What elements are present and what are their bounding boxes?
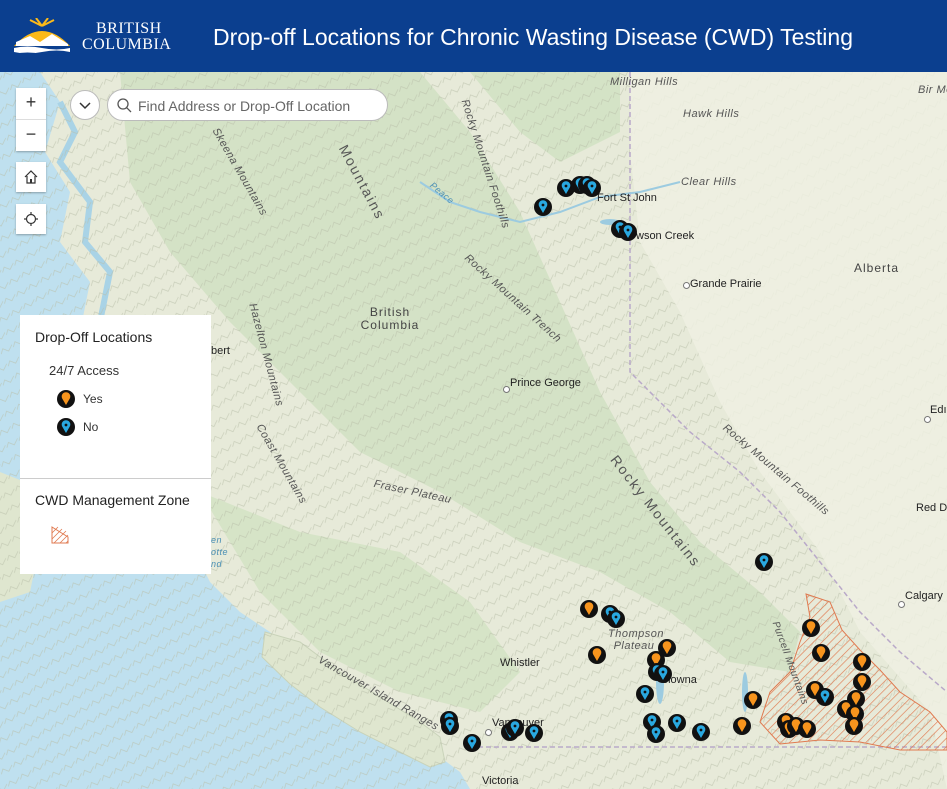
dropoff-pin-247-access[interactable] [798, 720, 816, 738]
label-victoria: Victoria [482, 775, 519, 787]
label-red-deer: Red De [916, 502, 947, 514]
dropoff-pin-limited-access[interactable] [636, 685, 654, 703]
orange-pin-icon [57, 390, 75, 408]
dropoff-pin-247-access[interactable] [733, 717, 751, 735]
dropoff-pin-limited-access[interactable] [647, 725, 665, 743]
label-clear-hills: Clear Hills [681, 176, 737, 188]
locate-button[interactable] [16, 204, 46, 234]
dropoff-pin-247-access[interactable] [744, 691, 762, 709]
dropoff-pin-247-access[interactable] [802, 619, 820, 637]
dropoff-pin-247-access[interactable] [580, 600, 598, 618]
label-hawk-hills: Hawk Hills [683, 108, 740, 120]
dropoff-pin-247-access[interactable] [845, 717, 863, 735]
label-dawson-creek: wson Creek [636, 230, 695, 242]
label-alberta: Alberta [854, 261, 900, 275]
label-thompson-plateau: Thompson Plateau [608, 628, 664, 652]
dropoff-pin-limited-access[interactable] [654, 665, 672, 683]
legend-row-no: No [57, 418, 98, 436]
search-collapse-button[interactable] [70, 90, 100, 120]
bc-logo: BRITISH COLUMBIA [12, 18, 171, 58]
city-dot-calgary [898, 601, 905, 608]
label-birch-mountains: Bir Moun [918, 84, 947, 96]
dropoff-pin-limited-access[interactable] [692, 723, 710, 741]
city-dot-vancouver [485, 729, 492, 736]
app-header: BRITISH COLUMBIA Drop-off Locations for … [0, 0, 947, 72]
dropoff-pin-limited-access[interactable] [668, 714, 686, 732]
legend-panel: Drop-Off Locations 24/7 Access Yes No CW… [20, 315, 211, 574]
label-whistler: Whistler [500, 657, 540, 669]
label-prince-george: Prince George [510, 377, 581, 389]
legend-row-yes: Yes [57, 390, 103, 408]
legend-access-label: 24/7 Access [49, 363, 120, 378]
dropoff-pin-limited-access[interactable] [755, 553, 773, 571]
logo-line-2: COLUMBIA [82, 36, 172, 53]
dropoff-pin-limited-access[interactable] [619, 223, 637, 241]
dropoff-pin-limited-access[interactable] [441, 717, 459, 735]
legend-divider [20, 478, 211, 479]
home-button[interactable] [16, 162, 46, 192]
label-milligan-hills: Milligan Hills [610, 76, 679, 88]
dropoff-pin-limited-access[interactable] [607, 610, 625, 628]
label-queen-charlotte-partial: en otte nd [211, 535, 229, 569]
logo-line-1: BRITISH [96, 20, 162, 37]
dropoff-pin-limited-access[interactable] [534, 198, 552, 216]
blue-pin-icon [57, 418, 75, 436]
locate-icon [24, 212, 38, 226]
search-box[interactable] [107, 89, 388, 121]
dropoff-pin-limited-access[interactable] [583, 179, 601, 197]
zoom-in-button[interactable]: + [16, 88, 46, 119]
label-fort-st-john: Fort St John [597, 192, 657, 204]
legend-zone-title: CWD Management Zone [35, 492, 190, 508]
city-dot-grande-prairie [683, 282, 690, 289]
legend-dropoff-title: Drop-Off Locations [35, 329, 153, 345]
zoom-control: + − [16, 88, 46, 151]
legend-no-label: No [83, 420, 99, 434]
dropoff-pin-limited-access[interactable] [463, 734, 481, 752]
dropoff-pin-247-access[interactable] [853, 673, 871, 691]
dropoff-pin-247-access[interactable] [588, 646, 606, 664]
chevron-down-icon [79, 102, 91, 110]
dropoff-pin-247-access[interactable] [853, 653, 871, 671]
dropoff-pin-limited-access[interactable] [816, 688, 834, 706]
label-grande-prairie: Grande Prairie [690, 278, 762, 290]
legend-yes-label: Yes [83, 392, 103, 406]
page-title: Drop-off Locations for Chronic Wasting D… [213, 24, 853, 50]
dropoff-pin-247-access[interactable] [812, 644, 830, 662]
search-input[interactable] [136, 95, 380, 117]
dropoff-pin-limited-access[interactable] [506, 719, 524, 737]
home-icon [24, 170, 38, 184]
label-calgary: Calgary [905, 590, 943, 602]
city-dot-prince-george [503, 386, 510, 393]
label-edmonton: Edı [930, 404, 947, 416]
hatched-zone-icon [51, 526, 69, 544]
bc-sun-logo-icon [14, 18, 70, 58]
label-british-columbia: British Columbia [360, 305, 420, 332]
dropoff-pin-limited-access[interactable] [525, 724, 543, 742]
label-bert-partial: bert [211, 345, 230, 357]
zoom-out-button[interactable]: − [16, 119, 46, 151]
city-dot-edmonton [924, 416, 931, 423]
search-icon [117, 98, 132, 113]
